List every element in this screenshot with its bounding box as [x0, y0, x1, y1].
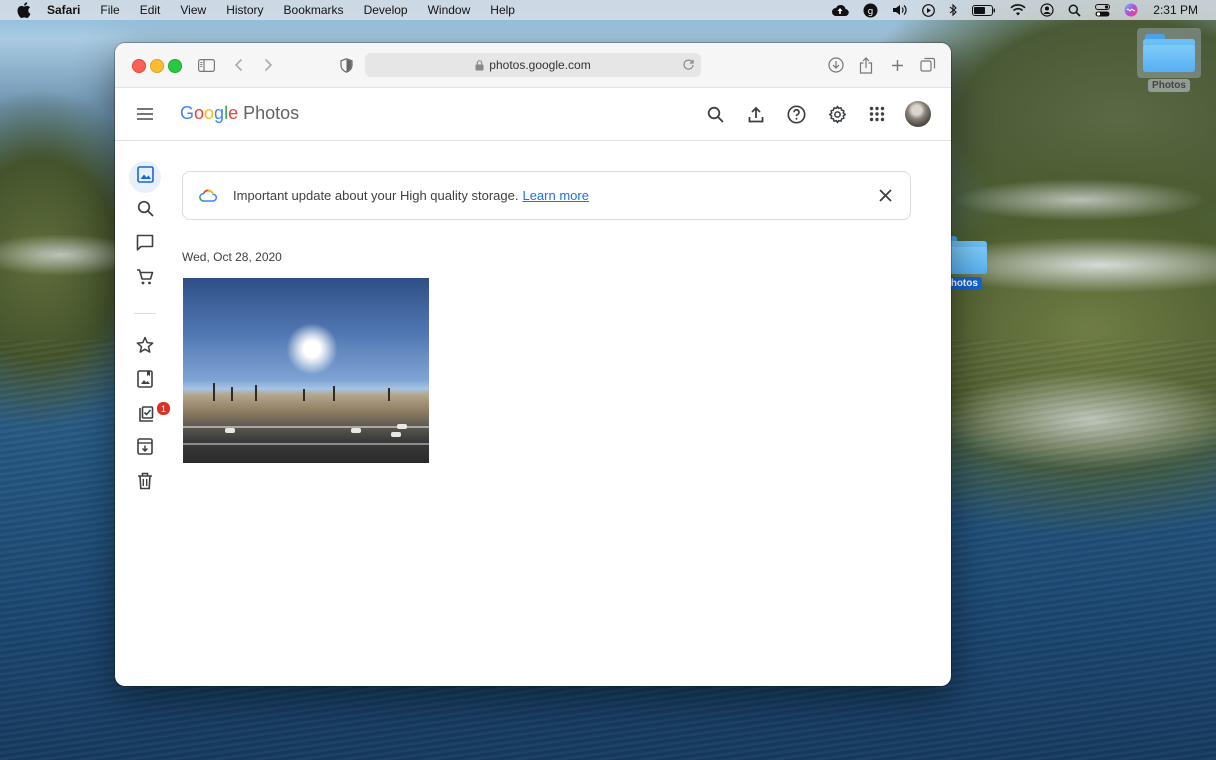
storage-update-banner: Important update about your High quality… — [182, 171, 911, 220]
minimize-window-button[interactable] — [150, 59, 164, 73]
menu-view[interactable]: View — [180, 3, 206, 17]
tab-overview-icon[interactable] — [918, 55, 938, 75]
desktop-folder-photos[interactable]: Photos — [1137, 28, 1201, 92]
main-menu-icon[interactable] — [135, 104, 155, 124]
url-text: photos.google.com — [489, 58, 591, 72]
menu-window[interactable]: Window — [428, 3, 471, 17]
menu-file[interactable]: File — [100, 3, 119, 17]
menubar-clock[interactable]: 2:31 PM — [1153, 3, 1198, 17]
close-icon[interactable] — [876, 186, 894, 204]
menubar-status-area: g 2:31 PM — [824, 0, 1216, 20]
photo-sun — [286, 323, 338, 375]
utilities-icon: 1 — [136, 401, 171, 424]
trash-icon — [137, 472, 153, 495]
downloads-icon[interactable] — [826, 55, 846, 75]
address-bar[interactable]: photos.google.com — [365, 53, 701, 77]
account-avatar[interactable] — [905, 101, 931, 127]
lock-icon — [475, 59, 484, 71]
nav-divider — [134, 313, 156, 314]
menu-develop[interactable]: Develop — [364, 3, 408, 17]
side-navigation: 1 — [115, 141, 175, 686]
menu-edit[interactable]: Edit — [140, 3, 161, 17]
nav-utilities[interactable]: 1 — [129, 399, 171, 431]
photos-icon — [136, 166, 154, 188]
favorites-icon — [136, 336, 154, 359]
banner-text: Important update about your High quality… — [233, 188, 519, 203]
folder-icon — [1137, 28, 1201, 78]
bluetooth-icon[interactable] — [949, 3, 958, 17]
new-tab-icon[interactable] — [887, 55, 907, 75]
google-photos-logo[interactable]: Google Photos — [180, 103, 299, 124]
nav-library[interactable] — [129, 365, 161, 397]
safari-window: photos.google.com Google Photos 1 Import… — [115, 43, 951, 686]
play-icon[interactable] — [922, 3, 936, 17]
photo-thumbnail[interactable] — [183, 278, 429, 463]
nav-archive[interactable] — [129, 433, 161, 465]
logo-product-name: Photos — [243, 103, 300, 123]
accessibility-icon[interactable]: g — [863, 3, 878, 18]
cloud-upload-icon[interactable] — [831, 3, 850, 17]
control-center-icon[interactable] — [1095, 3, 1111, 17]
cloud-icon — [199, 189, 217, 202]
settings-gear-icon[interactable] — [826, 103, 848, 125]
battery-icon[interactable] — [972, 4, 996, 16]
nav-trash[interactable] — [129, 467, 161, 499]
search-icon[interactable] — [1068, 4, 1081, 17]
logo-letter: o — [194, 103, 205, 123]
siri-icon[interactable] — [1124, 3, 1138, 17]
logo-letter: G — [180, 103, 195, 123]
photo-road — [183, 426, 429, 428]
desktop-folder-label: Photos — [1148, 79, 1190, 92]
reload-icon[interactable] — [682, 58, 695, 71]
menu-help[interactable]: Help — [490, 3, 515, 17]
logo-letter: g — [214, 103, 225, 123]
learn-more-link[interactable]: Learn more — [522, 188, 588, 203]
forward-icon[interactable] — [258, 55, 278, 75]
menu-app-safari[interactable]: Safari — [47, 3, 80, 17]
google-photos-header: Google Photos — [115, 88, 951, 141]
library-icon — [137, 369, 153, 393]
nav-favorites[interactable] — [129, 331, 161, 363]
nav-sharing[interactable] — [129, 229, 161, 261]
apple-menu-icon[interactable] — [17, 2, 31, 18]
shop-icon — [136, 268, 154, 291]
menu-bookmarks[interactable]: Bookmarks — [284, 3, 344, 17]
sidebar-toggle-icon[interactable] — [196, 55, 216, 75]
upload-icon[interactable] — [745, 103, 767, 125]
archive-icon — [137, 438, 153, 460]
help-icon[interactable] — [785, 103, 807, 125]
nav-photos[interactable] — [129, 161, 161, 193]
zoom-window-button[interactable] — [168, 59, 182, 73]
browser-toolbar: photos.google.com — [115, 43, 951, 88]
wifi-icon[interactable] — [1010, 4, 1026, 16]
user-icon[interactable] — [1040, 3, 1054, 17]
svg-text:g: g — [868, 7, 874, 17]
sharing-icon — [136, 234, 154, 256]
share-icon[interactable] — [856, 55, 876, 75]
menu-history[interactable]: History — [226, 3, 263, 17]
nav-print-store[interactable] — [129, 263, 161, 295]
utilities-badge: 1 — [156, 401, 171, 416]
close-window-button[interactable] — [132, 59, 146, 73]
nav-search[interactable] — [129, 195, 161, 227]
apps-grid-icon[interactable] — [866, 103, 888, 125]
back-icon[interactable] — [229, 55, 249, 75]
volume-icon[interactable] — [892, 4, 908, 16]
date-heading: Wed, Oct 28, 2020 — [182, 250, 282, 264]
search-icon — [137, 200, 154, 222]
logo-letter: o — [204, 103, 215, 123]
privacy-shield-icon[interactable] — [336, 55, 356, 75]
search-icon[interactable] — [704, 103, 726, 125]
menu-bar: Safari File Edit View History Bookmarks … — [0, 0, 1216, 20]
logo-letter: e — [228, 103, 239, 123]
